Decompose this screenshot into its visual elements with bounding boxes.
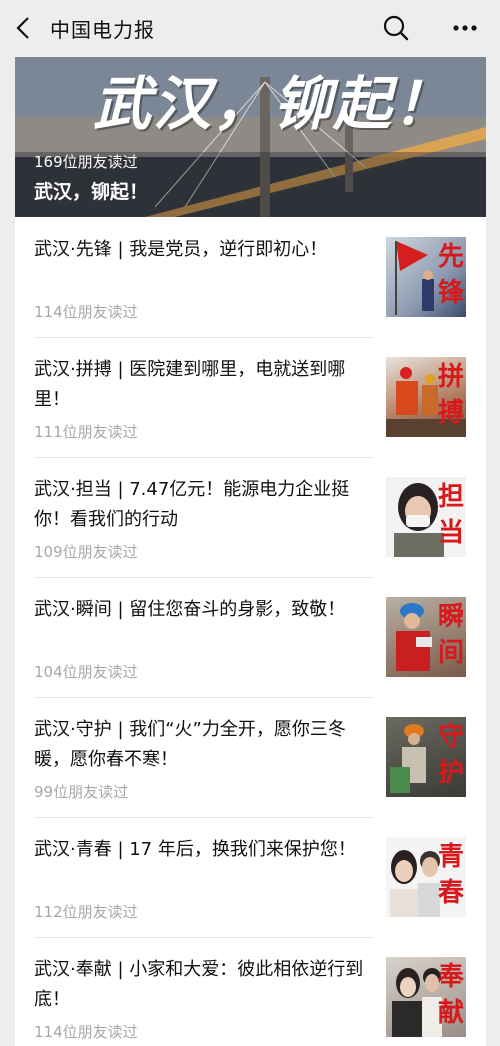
list-item[interactable]: 武汉·先锋 | 我是党员，逆行即初心！ 114位朋友读过 先锋	[15, 217, 486, 337]
article-read-count: 112位朋友读过	[34, 903, 138, 921]
thumbnail-text: 瞬间	[437, 602, 464, 668]
search-icon[interactable]	[382, 14, 410, 42]
more-dots-icon[interactable]	[450, 16, 480, 40]
top-bar: 中国电力报	[0, 0, 500, 56]
article-thumbnail[interactable]: 青春	[386, 837, 466, 917]
hero-banner-text: 武汉，铆起！	[93, 70, 454, 138]
hero-article[interactable]: 武汉，铆起！ 169位朋友读过 武汉，铆起！	[15, 57, 486, 217]
article-read-count: 114位朋友读过	[34, 1023, 138, 1041]
thumbnail-text: 青春	[437, 842, 464, 908]
list-item[interactable]: 武汉·奉献 | 小家和大爱：彼此相依逆行到底！ 114位朋友读过 奉献	[15, 937, 486, 1046]
list-item[interactable]: 武汉·守护 | 我们“火”力全开，愿你三冬暖，愿你春不寒！ 99位朋友读过 守护	[15, 697, 486, 817]
article-list-card: 武汉，铆起！ 169位朋友读过 武汉，铆起！ 武汉·先锋 | 我是党员，逆行即初…	[15, 57, 486, 1046]
thumbnail-text: 担当	[437, 482, 464, 548]
article-title[interactable]: 武汉·奉献 | 小家和大爱：彼此相依逆行到底！	[34, 955, 364, 1015]
article-read-count: 114位朋友读过	[34, 303, 138, 321]
article-read-count: 109位朋友读过	[34, 543, 138, 561]
thumbnail-text: 守护	[437, 722, 464, 788]
thumbnail-text: 奉献	[437, 962, 464, 1028]
article-thumbnail[interactable]: 守护	[386, 717, 466, 797]
article-title[interactable]: 武汉·守护 | 我们“火”力全开，愿你三冬暖，愿你春不寒！	[34, 715, 364, 775]
article-read-count: 99位朋友读过	[34, 783, 129, 801]
thumbnail-text: 先锋	[437, 242, 464, 308]
article-thumbnail[interactable]: 瞬间	[386, 597, 466, 677]
thumbnail-text: 拼搏	[437, 362, 464, 428]
list-item[interactable]: 武汉·担当 | 7.47亿元！能源电力企业挺你！看我们的行动 109位朋友读过 …	[15, 457, 486, 577]
page-title: 中国电力报	[50, 18, 155, 42]
hero-title[interactable]: 武汉，铆起！	[34, 177, 148, 204]
list-item[interactable]: 武汉·瞬间 | 留住您奋斗的身影，致敬！ 104位朋友读过 瞬间	[15, 577, 486, 697]
article-thumbnail[interactable]: 先锋	[386, 237, 466, 317]
article-thumbnail[interactable]: 拼搏	[386, 357, 466, 437]
article-title[interactable]: 武汉·先锋 | 我是党员，逆行即初心！	[34, 235, 364, 265]
article-title[interactable]: 武汉·瞬间 | 留住您奋斗的身影，致敬！	[34, 595, 364, 625]
article-thumbnail[interactable]: 担当	[386, 477, 466, 557]
list-item[interactable]: 武汉·拼搏 | 医院建到哪里，电就送到哪里！ 111位朋友读过 拼搏	[15, 337, 486, 457]
article-read-count: 104位朋友读过	[34, 663, 138, 681]
article-title[interactable]: 武汉·青春 | 17 年后，换我们来保护您！	[34, 835, 364, 865]
chevron-left-icon[interactable]	[12, 15, 36, 41]
article-read-count: 111位朋友读过	[34, 423, 138, 441]
article-thumbnail[interactable]: 奉献	[386, 957, 466, 1037]
list-item[interactable]: 武汉·青春 | 17 年后，换我们来保护您！ 112位朋友读过 青春	[15, 817, 486, 937]
hero-read-count: 169位朋友读过	[34, 153, 138, 171]
article-title[interactable]: 武汉·担当 | 7.47亿元！能源电力企业挺你！看我们的行动	[34, 475, 364, 535]
article-title[interactable]: 武汉·拼搏 | 医院建到哪里，电就送到哪里！	[34, 355, 364, 415]
